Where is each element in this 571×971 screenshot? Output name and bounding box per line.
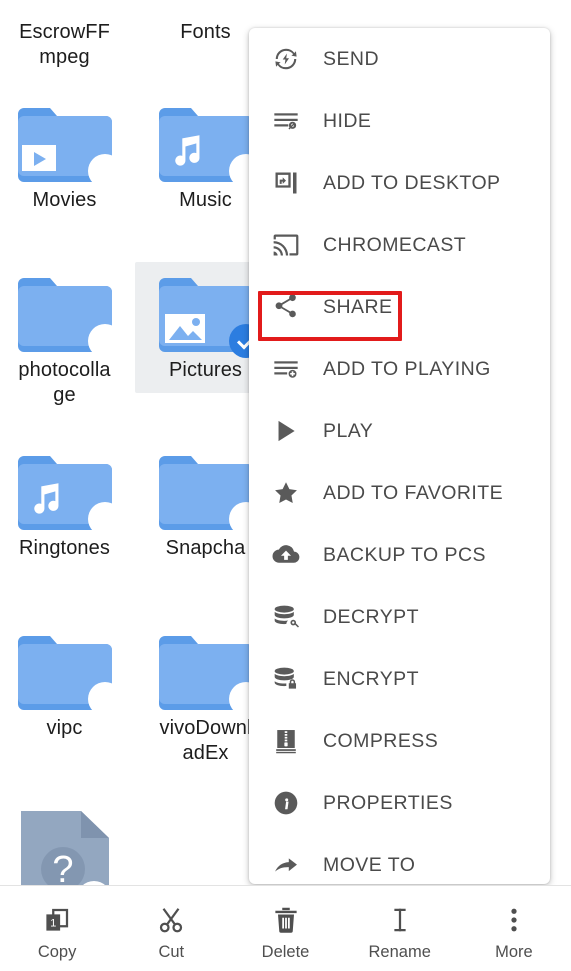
select-checkbox[interactable]: [87, 502, 122, 536]
toolbar-copy-button[interactable]: 1 Copy: [0, 895, 114, 962]
grid-item-label: photocolla ge: [18, 359, 111, 406]
toolbar-button-label: Rename: [368, 943, 431, 961]
menu-item-add-to-desktop[interactable]: ADD TO DESKTOP: [249, 152, 550, 214]
folder-icon: [155, 274, 263, 358]
menu-item-play[interactable]: PLAY: [249, 400, 550, 462]
select-checkbox[interactable]: [87, 682, 122, 716]
menu-item-label: SHARE: [323, 295, 393, 318]
menu-item-label: ADD TO DESKTOP: [323, 171, 501, 194]
toolbar-button-label: Delete: [261, 943, 310, 961]
scissors-icon: [156, 895, 186, 935]
menu-item-send[interactable]: SEND: [249, 28, 550, 90]
add-to-playlist-icon: [271, 354, 301, 384]
folder-icon: [14, 452, 122, 536]
folder-icon: [14, 104, 122, 188]
bottom-toolbar[interactable]: 1 Copy Cut Delete Rename More: [0, 885, 571, 971]
menu-item-compress[interactable]: COMPRESS: [249, 710, 550, 772]
select-checkbox[interactable]: [87, 154, 122, 188]
menu-item-label: ENCRYPT: [323, 667, 419, 690]
menu-item-hide[interactable]: HIDE: [249, 90, 550, 152]
toolbar-delete-button[interactable]: Delete: [228, 895, 342, 962]
menu-item-label: HIDE: [323, 109, 372, 132]
database-unlock-icon: [271, 602, 301, 632]
menu-item-label: COMPRESS: [323, 729, 439, 752]
grid-item[interactable]: Movies: [0, 92, 135, 223]
context-menu[interactable]: SEND HIDE ADD TO DESKTOP CHROMECAST SHARE ADD…: [249, 28, 550, 884]
play-triangle-icon: [271, 416, 301, 446]
menu-item-label: ADD TO PLAYING: [323, 357, 491, 380]
menu-item-label: ADD TO FAVORITE: [323, 481, 504, 504]
menu-item-properties[interactable]: PROPERTIES: [249, 772, 550, 834]
menu-item-label: PLAY: [323, 419, 374, 442]
folder-icon: [155, 104, 263, 188]
menu-item-label: BACKUP TO PCS: [323, 543, 486, 566]
menu-item-share[interactable]: SHARE: [249, 276, 550, 338]
menu-item-label: DECRYPT: [323, 605, 419, 628]
menu-item-label: MOVE TO: [323, 853, 416, 876]
toolbar-rename-button[interactable]: Rename: [343, 895, 457, 962]
grid-item-label: Movies: [32, 189, 97, 211]
menu-item-encrypt[interactable]: ENCRYPT: [249, 648, 550, 710]
menu-item-label: PROPERTIES: [323, 791, 453, 814]
menu-item-backup-to-pcs[interactable]: BACKUP TO PCS: [249, 524, 550, 586]
toolbar-button-label: More: [495, 943, 533, 961]
menu-item-label: CHROMECAST: [323, 233, 467, 256]
menu-item-label: SEND: [323, 47, 379, 70]
menu-item-move-to[interactable]: MOVE TO: [249, 834, 550, 884]
overflow-dots-icon: [499, 895, 529, 935]
zip-archive-icon: [271, 726, 301, 756]
grid-item[interactable]: photocolla ge: [0, 262, 135, 418]
grid-item-label: Ringtones: [19, 537, 110, 559]
grid-item-label: EscrowFF mpeg: [19, 21, 110, 68]
toolbar-cut-button[interactable]: Cut: [114, 895, 228, 962]
database-lock-icon: [271, 664, 301, 694]
info-circle-icon: [271, 788, 301, 818]
menu-item-decrypt[interactable]: DECRYPT: [249, 586, 550, 648]
add-to-desktop-icon: [271, 168, 301, 198]
toolbar-button-label: Cut: [158, 943, 185, 961]
folder-icon: [14, 274, 122, 358]
chromecast-icon: [271, 230, 301, 260]
send-flash-icon: [271, 44, 301, 74]
copy-icon: 1: [42, 895, 72, 935]
star-icon: [271, 478, 301, 508]
hide-lines-icon: [271, 106, 301, 136]
menu-item-chromecast[interactable]: CHROMECAST: [249, 214, 550, 276]
grid-item-label: vipc: [46, 717, 83, 739]
toolbar-more-button[interactable]: More: [457, 895, 571, 962]
toolbar-button-label: Copy: [37, 943, 77, 961]
grid-item[interactable]: Ringtones: [0, 440, 135, 571]
cloud-upload-icon: [271, 540, 301, 570]
screen: EscrowFF mpegFonts MoviesMusicnphotocoll…: [0, 0, 571, 971]
folder-icon: [155, 632, 263, 716]
trash-icon: [271, 895, 301, 935]
grid-item[interactable]: EscrowFF mpeg: [0, 14, 135, 70]
grid-item[interactable]: vipc: [0, 620, 135, 751]
menu-item-add-to-playing[interactable]: ADD TO PLAYING: [249, 338, 550, 400]
folder-icon: [14, 632, 122, 716]
menu-item-add-to-favorite[interactable]: ADD TO FAVORITE: [249, 462, 550, 524]
svg-text:1: 1: [50, 918, 56, 930]
move-arrow-icon: [271, 850, 301, 880]
text-cursor-icon: [385, 895, 415, 935]
folder-icon: [155, 452, 263, 536]
select-checkbox[interactable]: [87, 324, 122, 358]
share-nodes-icon: [271, 292, 301, 322]
